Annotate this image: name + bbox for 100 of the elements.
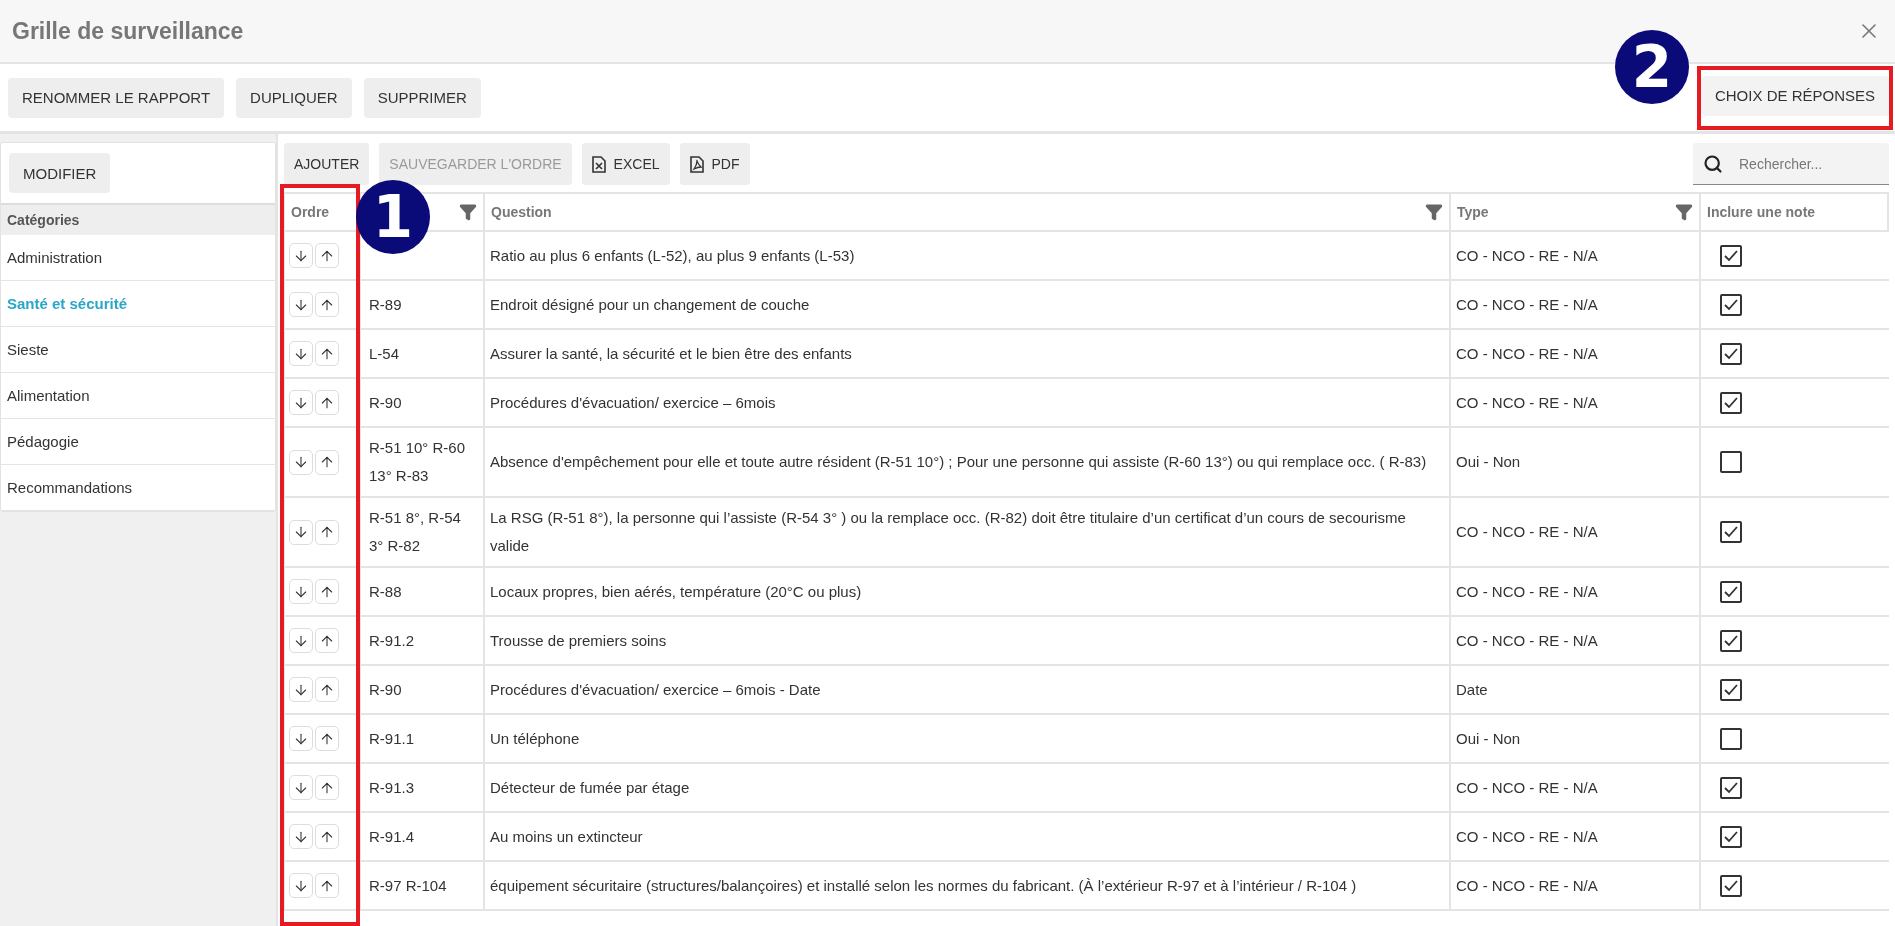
category-item[interactable]: Sieste (1, 327, 275, 373)
table-cell: R-91.1 (361, 715, 485, 764)
move-up-button[interactable] (315, 449, 339, 475)
check-icon (1723, 297, 1739, 312)
table-cell: R-91.4 (361, 813, 485, 862)
toolbar-button[interactable]: SUPPRIMER (363, 77, 481, 118)
checkbox[interactable] (1720, 629, 1742, 652)
table-cell: R-91.3 (361, 764, 485, 813)
move-down-button[interactable] (289, 677, 313, 702)
check-icon (1723, 525, 1739, 539)
table-cell: Endroit désigné pour un changement de couche (485, 281, 1451, 330)
column-label: Type (1457, 204, 1489, 220)
filter-icon[interactable] (1675, 203, 1693, 221)
checkbox[interactable] (1720, 521, 1742, 543)
category-item[interactable]: Pédagogie (1, 419, 275, 465)
table-cell: R-90 (361, 666, 485, 715)
export-button[interactable]: PDF (679, 143, 750, 185)
table-cell: CO - NCO - RE - N/A (1451, 379, 1701, 428)
export-button[interactable]: EXCEL (581, 143, 670, 185)
checkbox[interactable] (1720, 451, 1742, 473)
move-up-button[interactable] (315, 292, 339, 317)
table-cell: CO - NCO - RE - N/A (1451, 568, 1701, 617)
table-cell: R-97 R-104 (361, 862, 485, 911)
move-up-button[interactable] (315, 873, 339, 898)
table-cell: Absence d'empêchement pour elle et toute autre résident (R-51 10°) ; Pour une personne qui assiste (R-60 13°) ou qui remplace occ. ( R-83) (485, 428, 1451, 498)
toolbar-button[interactable]: DUPLIQUER (236, 77, 352, 118)
table-cell: équipement sécuritaire (structures/balançoires) et installé selon les normes du fabricant. (À l’extérieur R-97 et à l’intérieur / R-104 ) (485, 862, 1451, 911)
move-up-button[interactable] (315, 390, 339, 415)
table-cell: CO - NCO - RE - N/A (1451, 281, 1701, 330)
check-icon (1723, 248, 1739, 263)
checkbox[interactable] (1720, 678, 1742, 701)
checkbox[interactable] (1720, 874, 1742, 897)
table-cell: CO - NCO - RE - N/A (1451, 862, 1701, 911)
checkbox[interactable] (1720, 342, 1742, 365)
category-item[interactable]: Alimentation (1, 373, 275, 419)
check-icon (1723, 346, 1739, 361)
move-down-button[interactable] (289, 579, 313, 604)
checkbox[interactable] (1720, 580, 1742, 603)
move-up-button[interactable] (315, 824, 339, 849)
table-cell: Procédures d'évacuation/ exercice – 6mois - Date (485, 666, 1451, 715)
move-down-button[interactable] (289, 775, 313, 800)
table-cell: Assurer la santé, la sécurité et le bien être des enfants (485, 330, 1451, 379)
move-up-button[interactable] (315, 628, 339, 653)
callout-badge: 1 (356, 180, 430, 254)
move-down-button[interactable] (289, 824, 313, 849)
check-icon (1723, 633, 1739, 648)
move-down-button[interactable] (289, 341, 313, 366)
move-up-button[interactable] (315, 519, 339, 545)
table-cell: R-90 (361, 379, 485, 428)
move-down-button[interactable] (289, 628, 313, 653)
move-down-button[interactable] (289, 292, 313, 317)
move-down-button[interactable] (289, 390, 313, 415)
checkbox[interactable] (1720, 391, 1742, 414)
table-cell: Détecteur de fumée par étage (485, 764, 1451, 813)
check-icon (1723, 780, 1739, 795)
table-cell: Locaux propres, bien aérés, température (20°C ou plus) (485, 568, 1451, 617)
table-cell: R-51 8°, R-54 3° R-82 (361, 498, 485, 568)
categories-header: Catégories (1, 203, 275, 235)
arrow-down-icon (293, 454, 309, 470)
toolbar-button[interactable]: RENOMMER LE RAPPORT (8, 77, 225, 118)
check-icon (1723, 682, 1739, 697)
table-cell: L-54 (361, 330, 485, 379)
move-up-button[interactable] (315, 243, 339, 268)
table-cell: Ratio au plus 6 enfants (L-52), au plus 9 enfants (L-53) (485, 232, 1451, 281)
action-button[interactable]: AJOUTER (284, 143, 370, 185)
filter-icon[interactable] (459, 203, 477, 221)
filter-icon[interactable] (1425, 203, 1443, 221)
move-up-button[interactable] (315, 775, 339, 800)
table-cell: R-88 (361, 568, 485, 617)
checkbox[interactable] (1720, 776, 1742, 799)
table-cell: CO - NCO - RE - N/A (1451, 764, 1701, 813)
check-icon (1723, 395, 1739, 410)
table-cell: CO - NCO - RE - N/A (1451, 813, 1701, 862)
search-field[interactable]: Rechercher... (1693, 143, 1889, 185)
checkbox[interactable] (1720, 244, 1742, 267)
move-down-button[interactable] (289, 243, 313, 268)
table-cell: La RSG (R-51 8°), la personne qui l’assiste (R-54 3° ) ou la remplace occ. (R-82) doit être titulaire d’un certificat d’un cours de secourisme valide (485, 498, 1451, 568)
pdf-file-icon (689, 155, 704, 173)
table-cell: R-89 (361, 281, 485, 330)
move-up-button[interactable] (315, 579, 339, 604)
edit-button[interactable]: MODIFIER (9, 153, 111, 193)
move-down-button[interactable] (289, 449, 313, 475)
move-down-button[interactable] (289, 726, 313, 751)
answer-choices-button[interactable]: CHOIX DE RÉPONSES (1700, 75, 1889, 116)
category-item[interactable]: Recommandations (1, 465, 275, 511)
move-up-button[interactable] (315, 726, 339, 751)
category-item[interactable]: Administration (1, 235, 275, 281)
move-down-button[interactable] (289, 873, 313, 898)
move-up-button[interactable] (315, 677, 339, 702)
table-cell: R-51 10° R-60 13° R-83 (361, 428, 485, 498)
table-cell: CO - NCO - RE - N/A (1451, 498, 1701, 568)
move-down-button[interactable] (289, 519, 313, 545)
move-up-button[interactable] (315, 341, 339, 366)
spreadsheet-file-icon (591, 155, 606, 173)
column-label: Ordre (291, 204, 330, 220)
check-icon (1723, 878, 1739, 893)
checkbox[interactable] (1720, 727, 1742, 750)
column-label: Inclure une note (1707, 204, 1816, 220)
checkbox[interactable] (1720, 293, 1742, 316)
checkbox[interactable] (1720, 825, 1742, 848)
